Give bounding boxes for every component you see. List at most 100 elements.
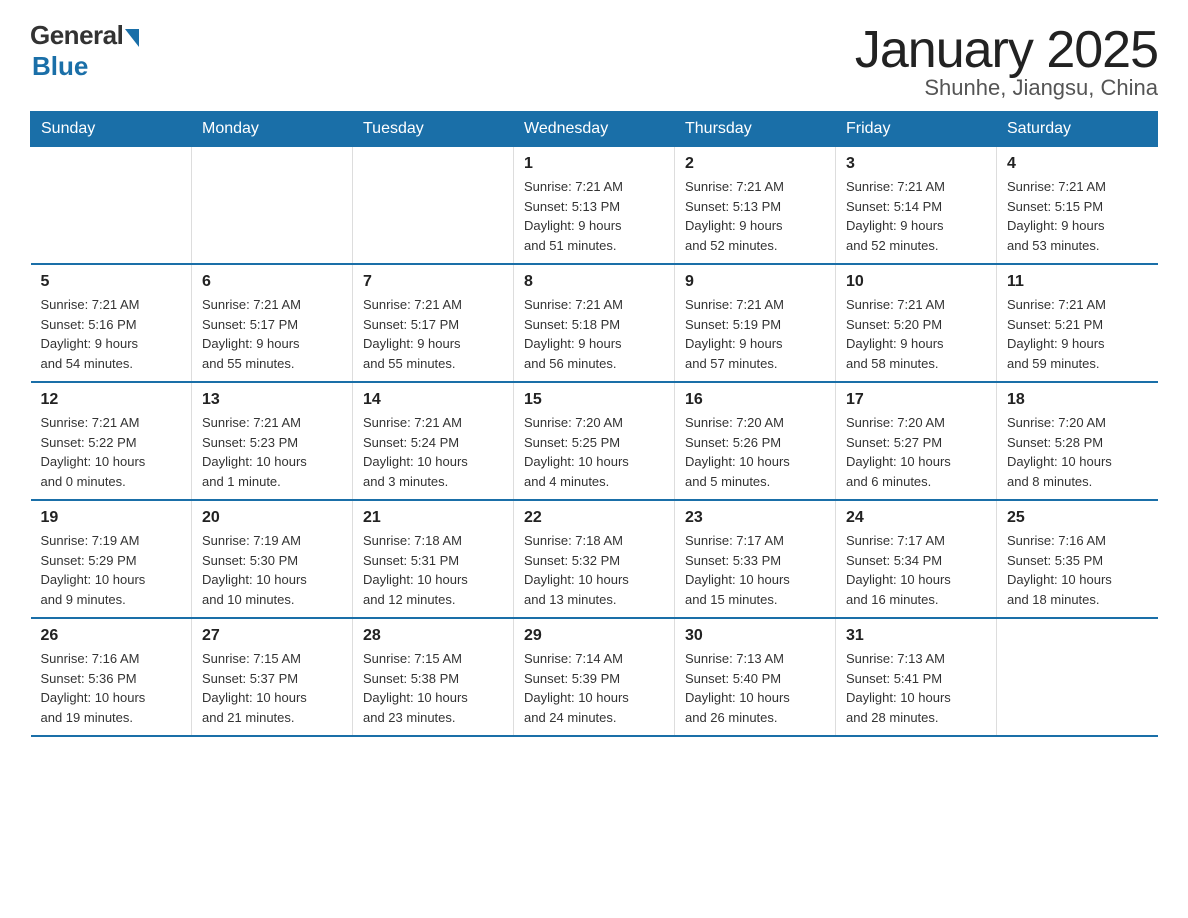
- day-number: 30: [685, 627, 825, 645]
- calendar-cell: 21Sunrise: 7:18 AM Sunset: 5:31 PM Dayli…: [353, 500, 514, 618]
- logo: General Blue: [30, 20, 139, 82]
- day-info: Sunrise: 7:19 AM Sunset: 5:30 PM Dayligh…: [202, 531, 342, 609]
- day-info: Sunrise: 7:19 AM Sunset: 5:29 PM Dayligh…: [41, 531, 182, 609]
- calendar-cell: 22 Sunrise: 7:18 AM Sunset: 5:32 PM Dayli…: [514, 500, 675, 618]
- day-number: 1: [524, 155, 664, 173]
- calendar-week-row: 12 Sunrise: 7:21 AM Sunset: 5:22 PM Dayli…: [31, 382, 1158, 500]
- calendar-cell: 26Sunrise: 7:16 AM Sunset: 5:36 PM Dayli…: [31, 618, 192, 736]
- calendar-cell: 1 Sunrise: 7:21 AM Sunset: 5:13 PM Daylig…: [514, 147, 675, 265]
- weekday-header-sunday: Sunday: [31, 112, 192, 147]
- day-number: 19: [41, 509, 182, 527]
- day-number: 18: [1007, 391, 1148, 409]
- calendar-cell: 14Sunrise: 7:21 AM Sunset: 5:24 PM Dayli…: [353, 382, 514, 500]
- day-info: Sunrise: 7:17 AM Sunset: 5:33 PM Dayligh…: [685, 531, 825, 609]
- weekday-header-tuesday: Tuesday: [353, 112, 514, 147]
- logo-blue-text: Blue: [32, 51, 88, 82]
- day-number: 5: [41, 273, 182, 291]
- day-number: 31: [846, 627, 986, 645]
- day-info: Sunrise: 7:13 AM Sunset: 5:41 PM Dayligh…: [846, 649, 986, 727]
- calendar-cell: 31 Sunrise: 7:13 AM Sunset: 5:41 PM Dayli…: [836, 618, 997, 736]
- day-info: Sunrise: 7:21 AM Sunset: 5:13 PM Dayligh…: [524, 177, 664, 255]
- day-number: 7: [363, 273, 503, 291]
- day-number: 20: [202, 509, 342, 527]
- day-info: Sunrise: 7:17 AM Sunset: 5:34 PM Dayligh…: [846, 531, 986, 609]
- day-number: 25: [1007, 509, 1148, 527]
- day-info: Sunrise: 7:21 AM Sunset: 5:24 PM Dayligh…: [363, 413, 503, 491]
- calendar-cell: 29 Sunrise: 7:14 AM Sunset: 5:39 PM Dayli…: [514, 618, 675, 736]
- day-number: 21: [363, 509, 503, 527]
- day-number: 29: [524, 627, 664, 645]
- weekday-header-wednesday: Wednesday: [514, 112, 675, 147]
- calendar-cell: 13 Sunrise: 7:21 AM Sunset: 5:23 PM Dayli…: [192, 382, 353, 500]
- day-info: Sunrise: 7:21 AM Sunset: 5:17 PM Dayligh…: [202, 295, 342, 373]
- weekday-header-saturday: Saturday: [997, 112, 1158, 147]
- day-number: 6: [202, 273, 342, 291]
- calendar-cell: 12 Sunrise: 7:21 AM Sunset: 5:22 PM Dayli…: [31, 382, 192, 500]
- day-number: 17: [846, 391, 986, 409]
- calendar-cell: 15Sunrise: 7:20 AM Sunset: 5:25 PM Dayli…: [514, 382, 675, 500]
- day-info: Sunrise: 7:21 AM Sunset: 5:15 PM Dayligh…: [1007, 177, 1148, 255]
- calendar-cell: [353, 147, 514, 265]
- calendar-cell: [997, 618, 1158, 736]
- weekday-header-thursday: Thursday: [675, 112, 836, 147]
- page-header: General Blue January 2025 Shunhe, Jiangs…: [30, 20, 1158, 101]
- day-number: 12: [41, 391, 182, 409]
- calendar-cell: 27 Sunrise: 7:15 AM Sunset: 5:37 PM Dayli…: [192, 618, 353, 736]
- calendar-body: 1 Sunrise: 7:21 AM Sunset: 5:13 PM Daylig…: [31, 147, 1158, 737]
- day-number: 11: [1007, 273, 1148, 291]
- day-info: Sunrise: 7:13 AM Sunset: 5:40 PM Dayligh…: [685, 649, 825, 727]
- calendar-cell: 30 Sunrise: 7:13 AM Sunset: 5:40 PM Dayli…: [675, 618, 836, 736]
- calendar-table: SundayMondayTuesdayWednesdayThursdayFrid…: [30, 111, 1158, 737]
- day-info: Sunrise: 7:21 AM Sunset: 5:18 PM Dayligh…: [524, 295, 664, 373]
- calendar-week-row: 5Sunrise: 7:21 AM Sunset: 5:16 PM Daylig…: [31, 264, 1158, 382]
- calendar-cell: 24 Sunrise: 7:17 AM Sunset: 5:34 PM Dayli…: [836, 500, 997, 618]
- day-number: 24: [846, 509, 986, 527]
- day-info: Sunrise: 7:16 AM Sunset: 5:35 PM Dayligh…: [1007, 531, 1148, 609]
- day-number: 23: [685, 509, 825, 527]
- calendar-cell: 9Sunrise: 7:21 AM Sunset: 5:19 PM Daylig…: [675, 264, 836, 382]
- calendar-cell: 8 Sunrise: 7:21 AM Sunset: 5:18 PM Daylig…: [514, 264, 675, 382]
- weekday-header-monday: Monday: [192, 112, 353, 147]
- day-info: Sunrise: 7:15 AM Sunset: 5:38 PM Dayligh…: [363, 649, 503, 727]
- calendar-cell: 16 Sunrise: 7:20 AM Sunset: 5:26 PM Dayli…: [675, 382, 836, 500]
- calendar-header: SundayMondayTuesdayWednesdayThursdayFrid…: [31, 112, 1158, 147]
- calendar-cell: 28 Sunrise: 7:15 AM Sunset: 5:38 PM Dayli…: [353, 618, 514, 736]
- day-number: 28: [363, 627, 503, 645]
- day-number: 26: [41, 627, 182, 645]
- day-number: 16: [685, 391, 825, 409]
- day-info: Sunrise: 7:20 AM Sunset: 5:27 PM Dayligh…: [846, 413, 986, 491]
- day-number: 10: [846, 273, 986, 291]
- calendar-week-row: 26Sunrise: 7:16 AM Sunset: 5:36 PM Dayli…: [31, 618, 1158, 736]
- day-info: Sunrise: 7:21 AM Sunset: 5:22 PM Dayligh…: [41, 413, 182, 491]
- day-number: 8: [524, 273, 664, 291]
- calendar-cell: 25 Sunrise: 7:16 AM Sunset: 5:35 PM Dayli…: [997, 500, 1158, 618]
- day-info: Sunrise: 7:21 AM Sunset: 5:13 PM Dayligh…: [685, 177, 825, 255]
- calendar-cell: 5Sunrise: 7:21 AM Sunset: 5:16 PM Daylig…: [31, 264, 192, 382]
- day-info: Sunrise: 7:14 AM Sunset: 5:39 PM Dayligh…: [524, 649, 664, 727]
- day-info: Sunrise: 7:21 AM Sunset: 5:19 PM Dayligh…: [685, 295, 825, 373]
- calendar-week-row: 1 Sunrise: 7:21 AM Sunset: 5:13 PM Daylig…: [31, 147, 1158, 265]
- day-number: 22: [524, 509, 664, 527]
- day-info: Sunrise: 7:21 AM Sunset: 5:20 PM Dayligh…: [846, 295, 986, 373]
- day-info: Sunrise: 7:18 AM Sunset: 5:32 PM Dayligh…: [524, 531, 664, 609]
- day-info: Sunrise: 7:21 AM Sunset: 5:14 PM Dayligh…: [846, 177, 986, 255]
- day-number: 4: [1007, 155, 1148, 173]
- title-section: January 2025 Shunhe, Jiangsu, China: [855, 20, 1158, 101]
- calendar-cell: 18Sunrise: 7:20 AM Sunset: 5:28 PM Dayli…: [997, 382, 1158, 500]
- calendar-cell: 17 Sunrise: 7:20 AM Sunset: 5:27 PM Dayli…: [836, 382, 997, 500]
- day-number: 3: [846, 155, 986, 173]
- day-number: 13: [202, 391, 342, 409]
- calendar-cell: 2 Sunrise: 7:21 AM Sunset: 5:13 PM Daylig…: [675, 147, 836, 265]
- day-number: 27: [202, 627, 342, 645]
- calendar-cell: 6 Sunrise: 7:21 AM Sunset: 5:17 PM Daylig…: [192, 264, 353, 382]
- day-info: Sunrise: 7:15 AM Sunset: 5:37 PM Dayligh…: [202, 649, 342, 727]
- logo-general-text: General: [30, 20, 123, 51]
- day-number: 2: [685, 155, 825, 173]
- calendar-cell: [31, 147, 192, 265]
- day-info: Sunrise: 7:20 AM Sunset: 5:26 PM Dayligh…: [685, 413, 825, 491]
- day-info: Sunrise: 7:21 AM Sunset: 5:23 PM Dayligh…: [202, 413, 342, 491]
- day-info: Sunrise: 7:21 AM Sunset: 5:21 PM Dayligh…: [1007, 295, 1148, 373]
- calendar-cell: [192, 147, 353, 265]
- weekday-header-friday: Friday: [836, 112, 997, 147]
- calendar-cell: 10 Sunrise: 7:21 AM Sunset: 5:20 PM Dayli…: [836, 264, 997, 382]
